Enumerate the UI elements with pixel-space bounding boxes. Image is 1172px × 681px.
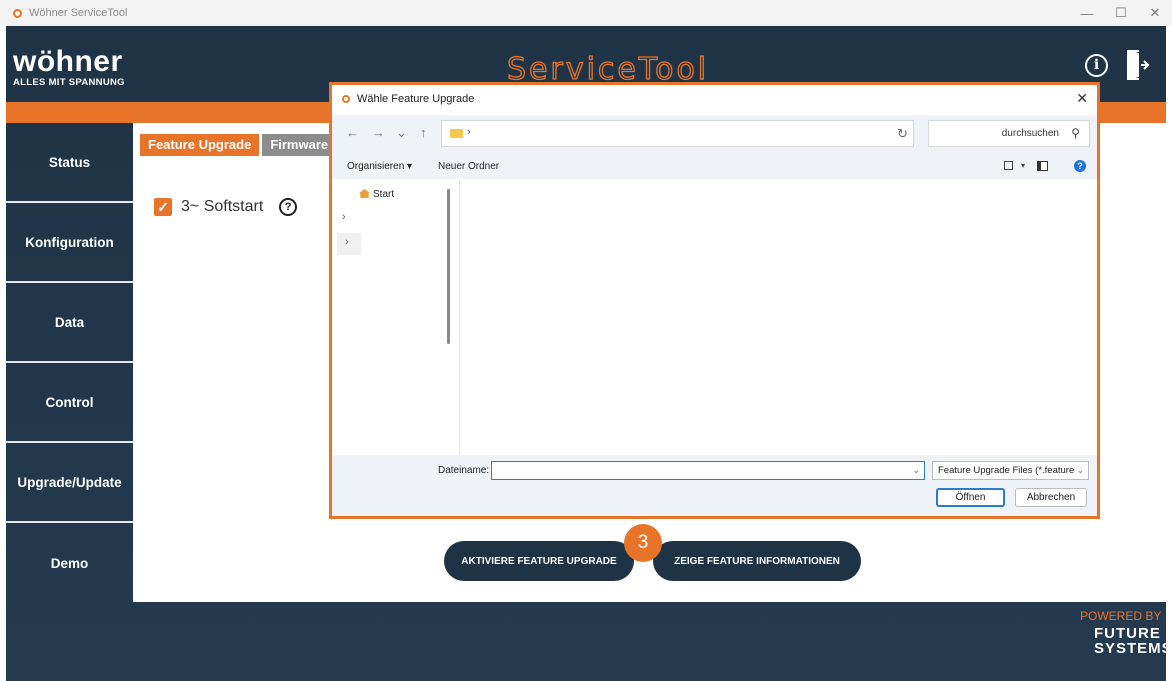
address-bar[interactable]: › ⌄ (441, 120, 984, 147)
show-feature-info-button[interactable]: ZEIGE FEATURE INFORMATIONEN (653, 541, 861, 581)
refresh-icon[interactable]: ↻ (897, 126, 908, 142)
window-controls: — ☐ ✕ (1070, 0, 1172, 26)
file-dialog: Wähle Feature Upgrade ✕ ← → ⌄ ↑ › ⌄ ↻ du… (329, 82, 1100, 519)
tab-firmware[interactable]: Firmware (262, 134, 337, 156)
expand-chevron-icon-2[interactable]: › (337, 233, 361, 255)
view-options-icon[interactable] (1004, 161, 1013, 170)
file-list-area[interactable] (461, 179, 1097, 455)
window-title: Wöhner ServiceTool (29, 7, 128, 19)
filename-dropdown-icon[interactable]: ⌄ (912, 465, 920, 476)
dialog-bottom-bar: Dateiname: ⌄ Feature Upgrade Files (*.fe… (332, 455, 1097, 516)
close-window-button[interactable]: ✕ (1138, 0, 1172, 26)
future-systems-logo: FUTURE SYSTEMS (1094, 626, 1172, 656)
step-badge: 3 (624, 524, 662, 562)
expand-chevron-icon[interactable]: › (342, 211, 346, 223)
new-folder-button[interactable]: Neuer Ordner (438, 161, 499, 172)
search-placeholder: durchsuchen (1001, 128, 1059, 139)
filename-input[interactable]: ⌄ (491, 461, 925, 480)
view-dropdown-icon[interactable]: ▾ (1021, 161, 1025, 170)
minimize-button[interactable]: — (1070, 0, 1104, 26)
filename-label: Dateiname: (438, 465, 490, 476)
search-input[interactable]: durchsuchen ⚲ (928, 120, 1090, 147)
dialog-titlebar: Wähle Feature Upgrade ✕ (332, 85, 1097, 112)
open-button[interactable]: Öffnen (936, 488, 1005, 507)
feature-checkbox[interactable]: ✓ (154, 198, 172, 216)
sidebar-item-status[interactable]: Status (6, 123, 133, 203)
navigation-bar: ← → ⌄ ↑ › ⌄ ↻ durchsuchen ⚲ (332, 115, 1097, 155)
brand-logo: wöhner ALLES MIT SPANNUNG (13, 45, 125, 89)
dialog-app-icon (342, 94, 350, 103)
window-titlebar: Wöhner ServiceTool — ☐ ✕ (0, 0, 1172, 26)
brand-tagline: ALLES MIT SPANNUNG (13, 77, 125, 88)
sidebar-item-konfiguration[interactable]: Konfiguration (6, 203, 133, 283)
sidebar-item-data[interactable]: Data (6, 283, 133, 363)
sidebar-item-demo[interactable]: Demo (6, 523, 133, 603)
help-icon[interactable]: ? (279, 198, 298, 216)
organize-menu[interactable]: Organisieren ▾ (347, 161, 412, 172)
help-icon-blue[interactable]: ? (1074, 160, 1086, 172)
sidebar-item-upgrade-update[interactable]: Upgrade/Update (6, 443, 133, 523)
recent-locations-icon[interactable]: ⌄ (396, 125, 407, 141)
activate-feature-upgrade-button[interactable]: AKTIVIERE FEATURE UPGRADE (444, 541, 634, 581)
future-logo-line2: SYSTEMS (1094, 640, 1172, 657)
folder-icon (450, 129, 463, 138)
up-arrow-icon[interactable]: ↑ (420, 125, 427, 140)
navigation-pane: Start › › (332, 179, 460, 455)
nav-item-start[interactable]: Start (359, 189, 394, 200)
app-icon (13, 8, 22, 18)
file-type-select[interactable]: Feature Upgrade Files (*.feature ⌄ (932, 461, 1089, 480)
feature-row: ✓ 3~ Softstart ? (154, 198, 298, 216)
powered-by-label: POWERED BY (1080, 609, 1162, 623)
breadcrumb-chevron-icon[interactable]: › (467, 126, 471, 138)
cancel-button[interactable]: Abbrechen (1015, 488, 1087, 507)
future-logo-line1: FUTURE (1094, 625, 1161, 642)
dialog-title: Wähle Feature Upgrade (357, 92, 475, 105)
home-icon (359, 189, 370, 198)
info-icon[interactable]: i (1085, 54, 1108, 77)
forward-arrow-icon[interactable]: → (372, 125, 385, 140)
nav-pane-scrollbar[interactable] (447, 189, 450, 344)
file-type-value: Feature Upgrade Files (*.feature (938, 465, 1075, 476)
brand-name: wöhner (13, 45, 123, 78)
sidebar: Status Konfiguration Data Control Upgrad… (6, 123, 133, 603)
search-icon[interactable]: ⚲ (1071, 126, 1080, 140)
sidebar-item-control[interactable]: Control (6, 363, 133, 443)
dialog-close-icon[interactable]: ✕ (1076, 90, 1088, 107)
command-bar: Organisieren ▾ Neuer Ordner ▾ ? (332, 155, 1097, 179)
file-type-dropdown-icon[interactable]: ⌄ (1076, 465, 1084, 476)
back-arrow-icon[interactable]: ← (346, 125, 359, 140)
tab-feature-upgrade[interactable]: Feature Upgrade (140, 134, 260, 156)
maximize-button[interactable]: ☐ (1104, 0, 1138, 26)
nav-start-label: Start (373, 189, 395, 200)
tab-bar: Feature Upgrade Firmware (140, 134, 337, 156)
preview-pane-icon[interactable] (1037, 161, 1048, 171)
feature-label: 3~ Softstart (181, 198, 264, 215)
exit-icon[interactable] (1126, 49, 1150, 81)
